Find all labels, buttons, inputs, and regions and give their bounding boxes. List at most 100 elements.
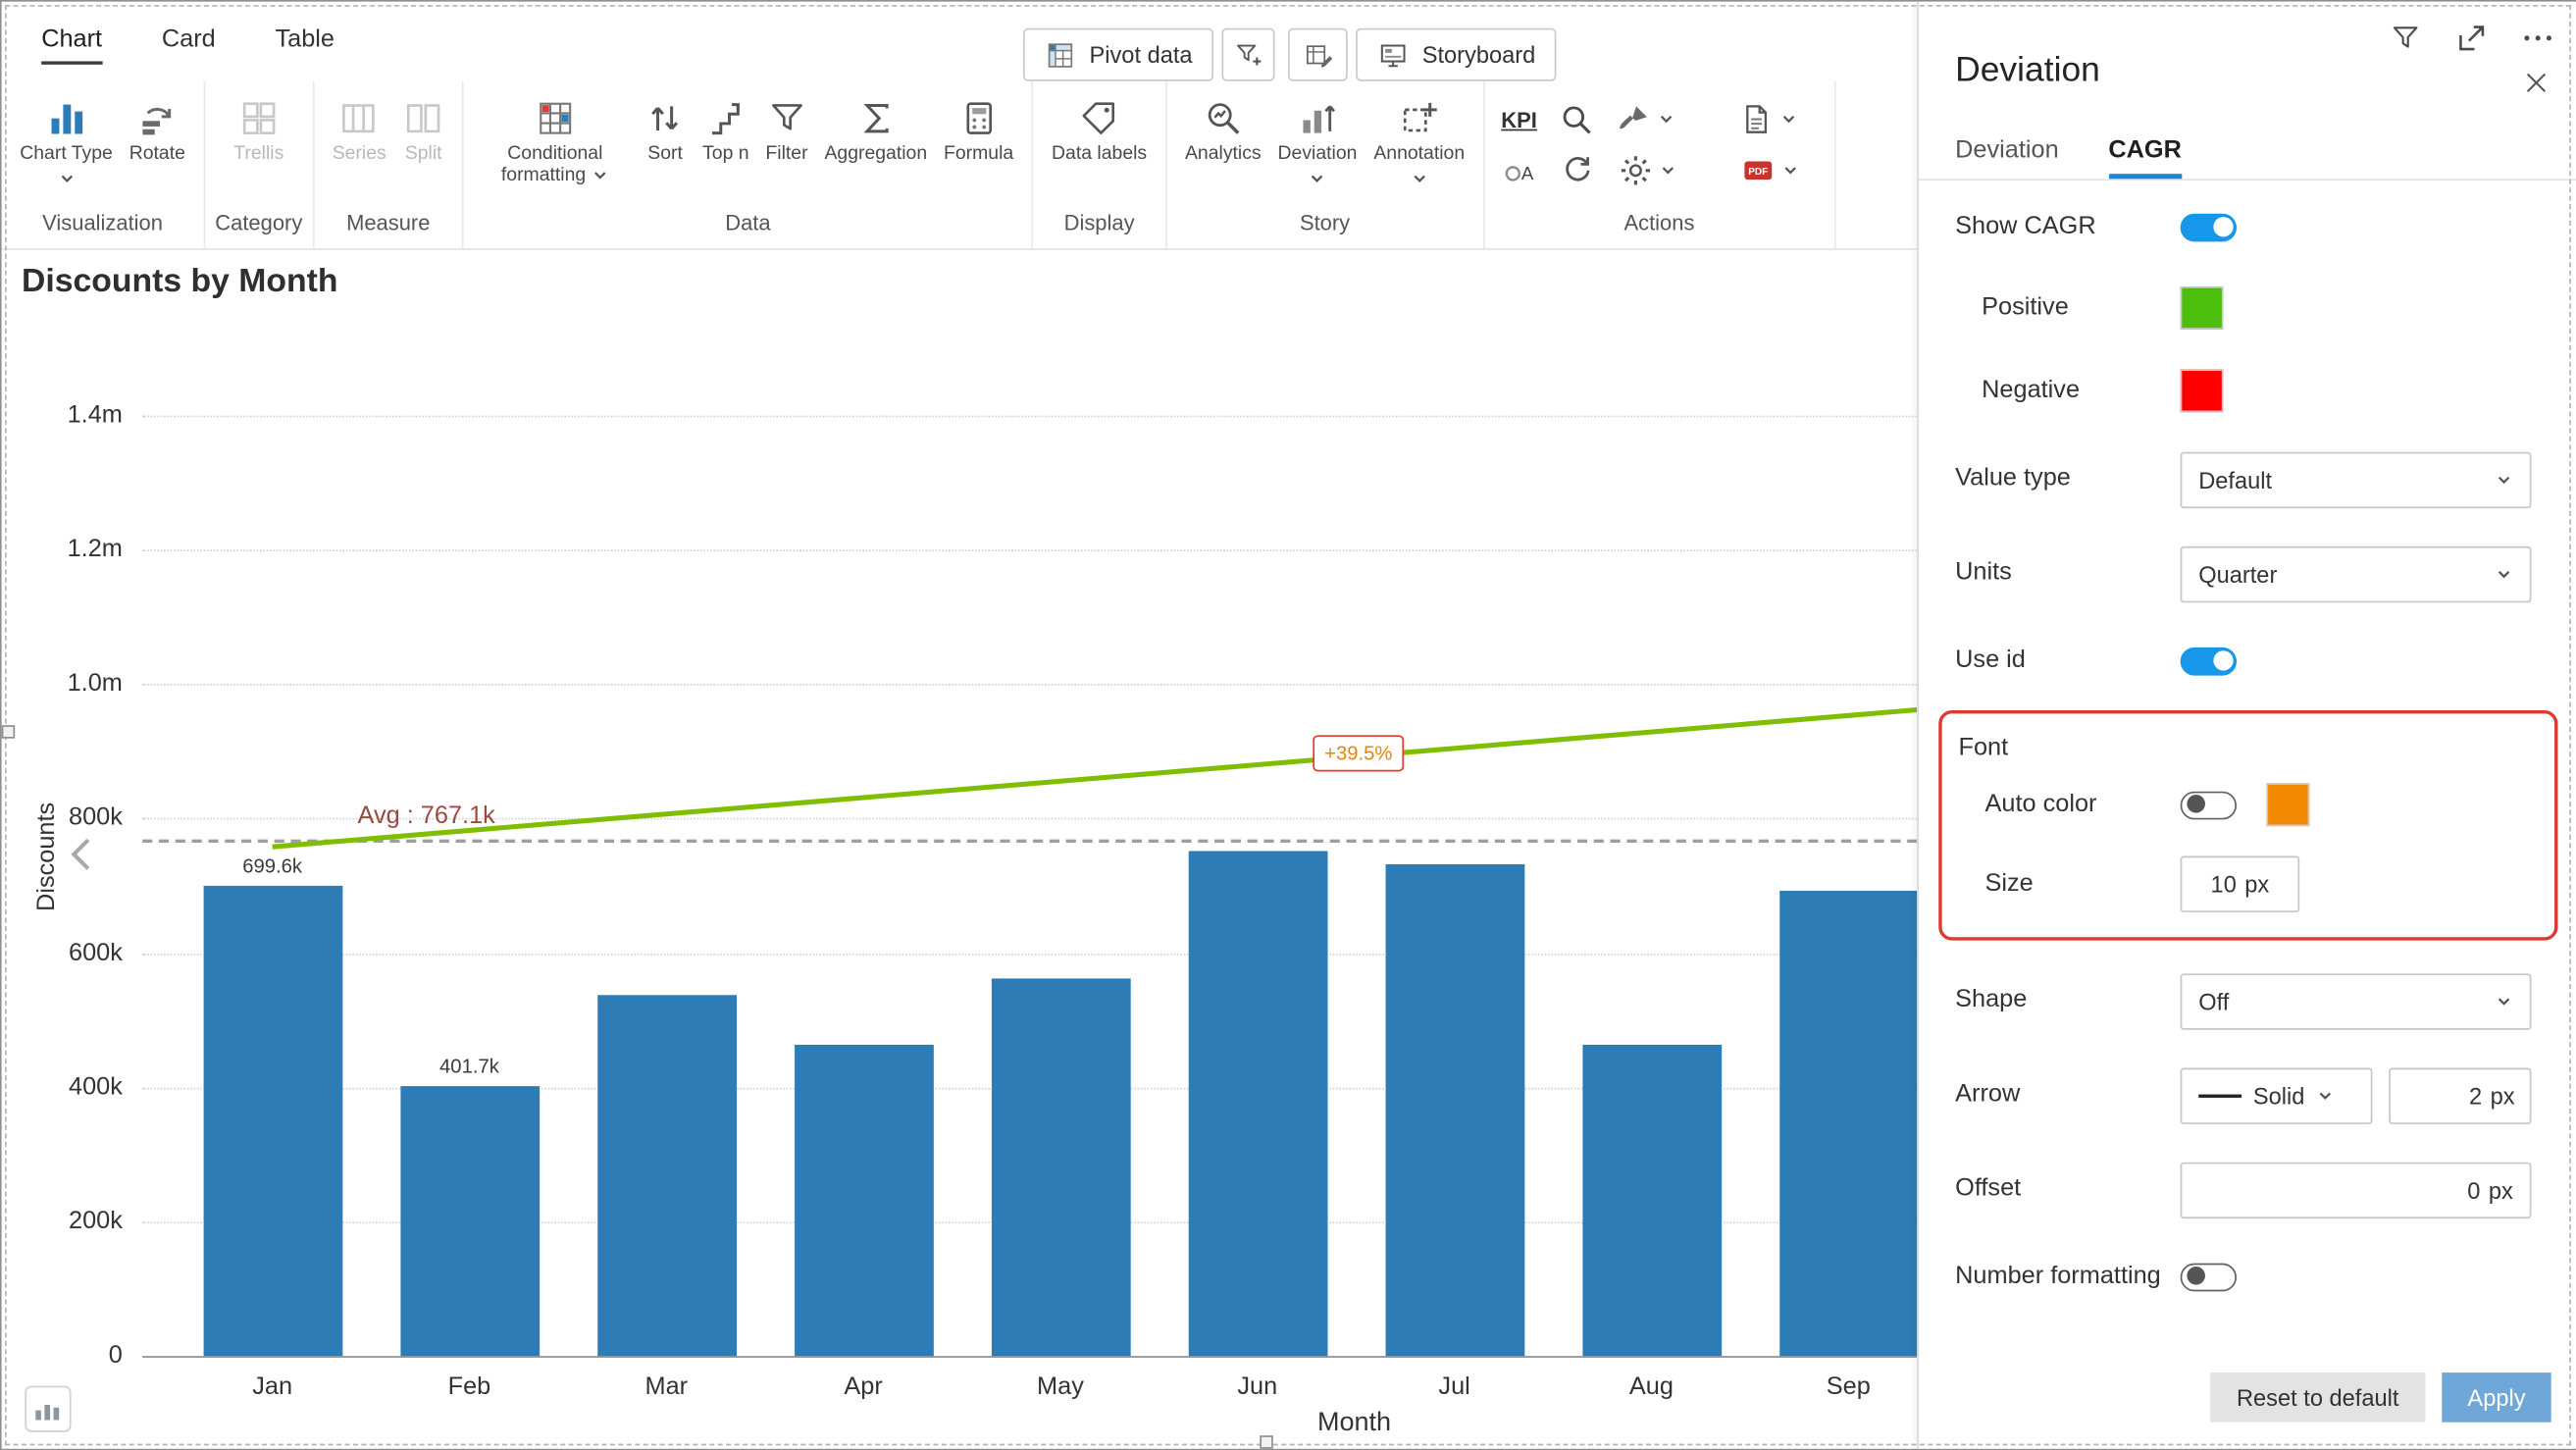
toggle-knob <box>2213 650 2233 670</box>
input-suffix: px <box>2489 1176 2513 1203</box>
filter-plus-icon <box>1232 39 1263 71</box>
pivot-data-button[interactable]: Pivot data <box>1023 28 1214 81</box>
bar-value-label: 401.7k <box>403 1055 536 1078</box>
gridline <box>142 684 1917 686</box>
annotation-icon <box>1399 98 1440 139</box>
font-color-button[interactable] <box>1501 152 1537 188</box>
settings-button[interactable] <box>1617 152 1676 188</box>
x-tick-label: Sep <box>1782 1372 1915 1401</box>
bar-feb[interactable] <box>400 1086 540 1356</box>
document-icon <box>1739 101 1776 137</box>
ribbon-item-sort[interactable]: Sort <box>637 98 695 167</box>
bar-jan[interactable] <box>203 886 342 1356</box>
ribbon-item-rotate[interactable]: Rotate <box>121 98 193 167</box>
group-label-data: Data <box>474 205 1021 248</box>
bar-jul[interactable] <box>1385 864 1524 1356</box>
export-document-button[interactable] <box>1739 101 1799 137</box>
bar-mar[interactable] <box>596 995 736 1356</box>
scroll-left-chevron[interactable] <box>61 826 104 882</box>
size-input[interactable]: 10px <box>2181 856 2300 912</box>
ribbon-item-label: Aggregation <box>824 144 927 166</box>
bar-aug[interactable] <box>1582 1045 1722 1356</box>
quick-filter-button[interactable] <box>1221 28 1274 81</box>
ribbon-tabs: Chart Card Table <box>41 25 335 65</box>
deviation-icon <box>1297 98 1338 139</box>
ribbon-item-top-n[interactable]: Top n <box>695 98 757 167</box>
search-icon[interactable] <box>1559 101 1595 137</box>
setting-units: UnitsQuarter <box>1919 527 2576 621</box>
setting-label-value-type: Value type <box>1955 464 2181 495</box>
bar-may[interactable] <box>991 978 1130 1356</box>
refresh-icon[interactable] <box>1559 152 1595 188</box>
topn-icon <box>705 98 747 139</box>
expand-icon[interactable] <box>2455 22 2489 55</box>
units-dropdown[interactable]: Quarter <box>2181 545 2532 601</box>
setting-control-negative <box>2181 369 2576 412</box>
setting-control-positive <box>2181 286 2576 330</box>
line-style-sample <box>2198 1094 2241 1097</box>
apply-button[interactable]: Apply <box>2442 1372 2550 1423</box>
resize-handle-left[interactable] <box>2 725 16 739</box>
auto-color-toggle[interactable] <box>2181 791 2237 819</box>
ribbon-group-visualization: Chart TypeRotateVisualization <box>2 81 205 248</box>
setting-auto-color: Auto color <box>1942 765 2554 845</box>
bar-jun[interactable] <box>1188 851 1327 1356</box>
number-formatting-toggle[interactable] <box>2181 1263 2237 1291</box>
more-options-icon[interactable] <box>2521 22 2554 55</box>
gridline <box>142 550 1917 552</box>
ribbon-item-aggregation[interactable]: Aggregation <box>816 98 936 167</box>
storyboard-button[interactable]: Storyboard <box>1356 28 1557 81</box>
resize-handle-bottom[interactable] <box>1260 1435 1273 1449</box>
value-type-dropdown[interactable]: Default <box>2181 451 2532 507</box>
kpi-button[interactable]: KPI <box>1501 107 1537 131</box>
positive-swatch[interactable] <box>2181 286 2224 330</box>
auto-color-swatch[interactable] <box>2266 783 2309 826</box>
toggle-knob <box>2187 796 2205 814</box>
export-pdf-button[interactable] <box>1739 152 1799 188</box>
chevron-down-icon <box>1781 162 1800 179</box>
tab-table[interactable]: Table <box>275 25 335 65</box>
ribbon-group-category: TrellisCategory <box>205 81 314 248</box>
dropdown-value: Off <box>2198 988 2495 1014</box>
use-id-toggle[interactable] <box>2181 647 2237 675</box>
format-painter-button[interactable] <box>1617 101 1676 137</box>
ribbon-item-annotation[interactable]: Annotation <box>1365 98 1473 188</box>
shape-dropdown[interactable]: Off <box>2181 973 2532 1029</box>
negative-swatch[interactable] <box>2181 369 2224 412</box>
ribbon-item-formula[interactable]: Formula <box>936 98 1022 167</box>
ribbon-item-data-labels[interactable]: Data labels <box>1044 98 1156 167</box>
ribbon-item-label: Formula <box>944 144 1013 166</box>
panel-tab-deviation[interactable]: Deviation <box>1955 135 2059 179</box>
group-label-category: Category <box>215 205 302 248</box>
reset-to-default-button[interactable]: Reset to default <box>2210 1372 2425 1423</box>
y-tick-label: 0 <box>26 1341 123 1370</box>
tab-card[interactable]: Card <box>162 25 216 65</box>
setting-number-formatting: Number formatting <box>1919 1237 2576 1317</box>
ribbon-item-deviation[interactable]: Deviation <box>1269 98 1365 188</box>
edit-table-button[interactable] <box>1288 28 1348 81</box>
bar-sep[interactable] <box>1778 891 1917 1356</box>
gridline <box>142 953 1917 955</box>
close-icon[interactable] <box>2521 68 2550 97</box>
ribbon-item-analytics[interactable]: Analytics <box>1177 98 1270 167</box>
show-cagr-toggle[interactable] <box>2181 213 2237 241</box>
y-axis-title: Discounts <box>32 757 61 957</box>
cagr-label[interactable]: +39.5% <box>1313 735 1404 771</box>
ribbon-item-chart-type[interactable]: Chart Type <box>12 98 121 188</box>
dropdown-value: Default <box>2198 466 2495 492</box>
ribbon-item-conditional-formatting[interactable]: Conditional formatting <box>474 98 636 188</box>
bar-apr[interactable] <box>794 1045 933 1356</box>
ribbon-item-filter[interactable]: Filter <box>757 98 816 167</box>
panel-tab-cagr[interactable]: CAGR <box>2108 135 2182 179</box>
input-suffix: px <box>2244 871 2269 898</box>
table-pencil-icon <box>1302 39 1333 71</box>
visual-mini-icon[interactable] <box>25 1386 71 1432</box>
arrow-dropdown[interactable]: Solid <box>2181 1067 2373 1123</box>
filter-icon[interactable] <box>2389 22 2422 55</box>
group-label-display: Display <box>1044 205 1156 248</box>
arrow-width-input[interactable]: 2px <box>2389 1067 2531 1123</box>
y-tick-label: 1.0m <box>26 669 123 698</box>
tab-chart[interactable]: Chart <box>41 25 102 65</box>
offset-input[interactable]: 0px <box>2181 1162 2532 1217</box>
setting-label-units: Units <box>1955 558 2181 590</box>
